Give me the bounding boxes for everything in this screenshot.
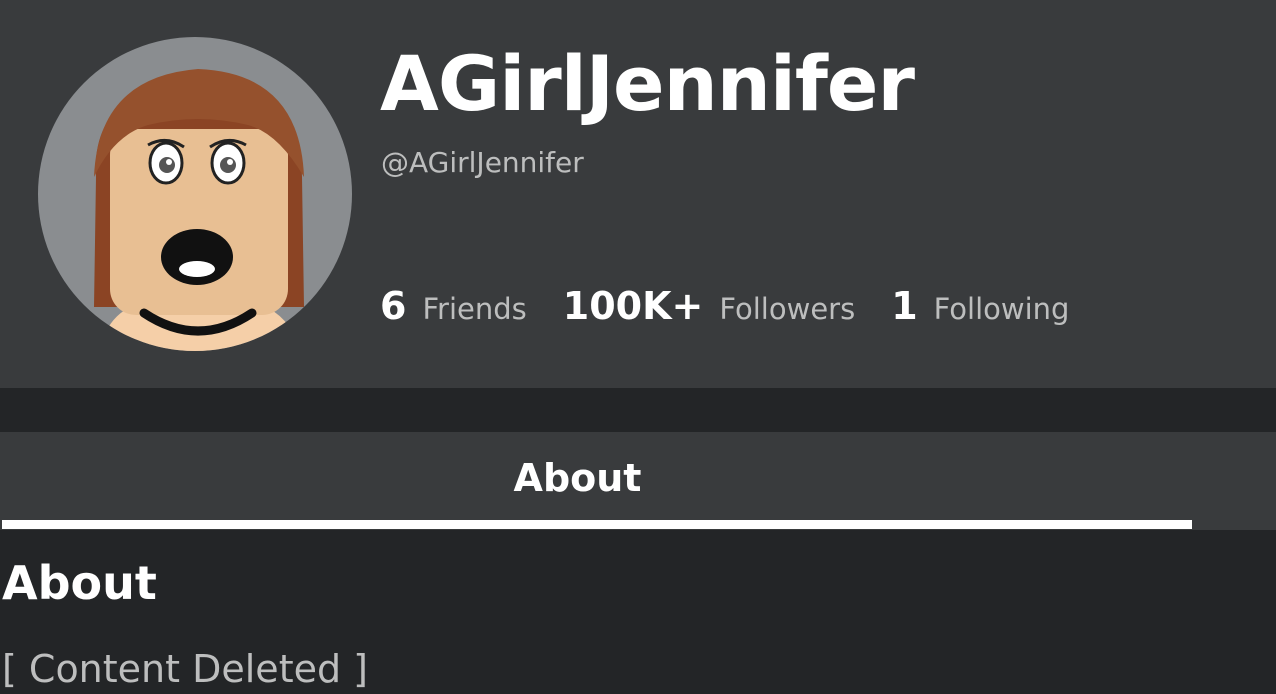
friends-stat-link[interactable]: 6 Friends: [380, 284, 527, 328]
following-count: 1: [891, 284, 918, 328]
profile-page: AGirlJennifer @AGirlJennifer 6 Friends 1…: [0, 0, 1276, 694]
followers-count: 100K+: [562, 284, 704, 328]
display-name: AGirlJennifer: [380, 39, 915, 128]
avatar-headshot-icon: [94, 69, 304, 351]
profile-stats: 6 Friends 100K+ Followers 1 Following: [380, 284, 1105, 328]
profile-header: AGirlJennifer @AGirlJennifer 6 Friends 1…: [0, 0, 1276, 388]
followers-stat-link[interactable]: 100K+ Followers: [563, 284, 855, 328]
followers-label: Followers: [719, 292, 856, 326]
following-label: Following: [933, 292, 1070, 326]
about-description: [ Content Deleted ]: [2, 647, 368, 691]
friends-label: Friends: [422, 292, 527, 326]
about-section-title: About: [2, 556, 157, 610]
avatar[interactable]: [38, 37, 352, 351]
active-tab-indicator: [2, 520, 1192, 529]
tab-about-label: About: [513, 456, 642, 500]
tab-about[interactable]: About: [0, 432, 1192, 530]
username: @AGirlJennifer: [381, 146, 584, 179]
friends-count: 6: [380, 284, 407, 328]
following-stat-link[interactable]: 1 Following: [891, 284, 1069, 328]
profile-tab-bar: About: [0, 432, 1276, 530]
